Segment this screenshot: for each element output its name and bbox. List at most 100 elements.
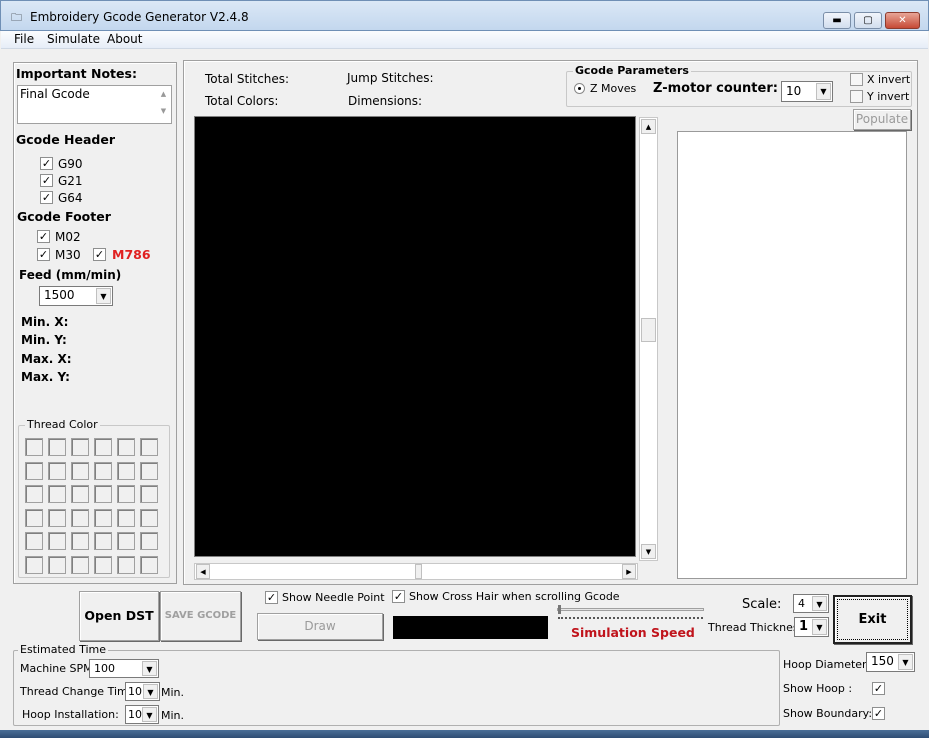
populate-button[interactable]: Populate	[853, 109, 911, 130]
thread-color-swatch[interactable]	[117, 461, 135, 480]
thread-color-swatch[interactable]	[140, 438, 158, 456]
thread-color-label: Thread Color	[25, 418, 100, 431]
thread-color-swatch[interactable]	[117, 555, 135, 574]
notes-textarea[interactable]: Final Gcode ▲ ▼	[17, 85, 172, 124]
thread-color-swatch[interactable]	[140, 555, 158, 574]
thread-color-swatch[interactable]	[140, 532, 158, 550]
menu-about[interactable]: About	[107, 32, 142, 46]
scroll-left-icon[interactable]: ◀	[196, 564, 210, 579]
gcode-listbox[interactable]	[677, 131, 907, 579]
slider-ticks	[558, 617, 703, 620]
max-y-label: Max. Y:	[21, 370, 70, 384]
thread-thickness-label: Thread Thickness	[708, 621, 805, 634]
thread-color-swatch[interactable]	[94, 555, 112, 574]
total-colors-label: Total Colors:	[205, 94, 279, 108]
show-hoop-label: Show Hoop :	[783, 682, 853, 695]
g90-checkbox[interactable]: ✓	[40, 157, 53, 170]
m786-checkbox[interactable]: ✓	[93, 248, 106, 261]
minimize-button[interactable]: ▬	[823, 12, 851, 29]
hoop-diameter-select[interactable]: 150 ▼	[866, 652, 915, 672]
thread-color-swatch[interactable]	[48, 461, 66, 480]
horizontal-scroll-thumb[interactable]	[415, 564, 422, 579]
machine-spm-select[interactable]: 100 ▼	[89, 659, 159, 678]
vertical-scroll-thumb[interactable]	[641, 318, 656, 342]
horizontal-scrollbar[interactable]: ◀ ▶	[194, 563, 638, 580]
scroll-up-icon[interactable]: ▲	[641, 119, 656, 134]
draw-button[interactable]: Draw	[257, 613, 383, 640]
thread-color-swatch[interactable]	[117, 438, 135, 456]
maximize-button[interactable]: ▢	[854, 12, 882, 29]
thread-color-swatch[interactable]	[94, 461, 112, 480]
open-dst-button[interactable]: Open DST	[79, 591, 159, 641]
simulation-speed-slider[interactable]	[557, 608, 704, 611]
feed-select[interactable]: 1500 ▼	[39, 286, 113, 306]
thread-color-swatch[interactable]	[25, 508, 43, 527]
feed-value: 1500	[44, 288, 75, 302]
vertical-scrollbar[interactable]: ▲ ▼	[639, 117, 658, 561]
thread-color-swatch[interactable]	[94, 532, 112, 550]
z-moves-radio[interactable]	[574, 83, 585, 94]
chevron-down-icon: ▼	[812, 596, 827, 611]
thread-color-swatch[interactable]	[25, 555, 43, 574]
scroll-down-icon[interactable]: ▼	[641, 544, 656, 559]
thread-color-swatch[interactable]	[94, 438, 112, 456]
thread-color-swatch[interactable]	[25, 461, 43, 480]
dimensions-label: Dimensions:	[348, 94, 423, 108]
thread-color-swatch[interactable]	[71, 555, 89, 574]
chevron-down-icon: ▼	[143, 684, 158, 699]
thread-color-swatch[interactable]	[94, 485, 112, 503]
thread-color-swatch[interactable]	[48, 508, 66, 527]
drawing-canvas[interactable]	[194, 116, 636, 557]
show-needle-checkbox[interactable]: ✓	[265, 591, 278, 604]
thread-color-swatch[interactable]	[48, 532, 66, 550]
thread-change-select[interactable]: 10 ▼	[125, 682, 160, 701]
thread-color-swatch[interactable]	[71, 508, 89, 527]
show-hoop-checkbox[interactable]: ✓	[872, 682, 885, 695]
thread-color-swatch[interactable]	[117, 532, 135, 550]
thread-color-swatch[interactable]	[25, 532, 43, 550]
thread-color-swatch[interactable]	[140, 508, 158, 527]
z-counter-select[interactable]: 10 ▼	[781, 81, 833, 102]
thread-color-swatch[interactable]	[71, 532, 89, 550]
g21-checkbox[interactable]: ✓	[40, 174, 53, 187]
y-invert-label: Y invert	[867, 90, 910, 103]
close-button[interactable]: ✕	[885, 12, 920, 29]
scroll-right-icon[interactable]: ▶	[622, 564, 636, 579]
thread-color-swatch[interactable]	[25, 438, 43, 456]
exit-button[interactable]: Exit	[833, 595, 912, 644]
thread-color-swatch[interactable]	[140, 485, 158, 503]
save-gcode-button[interactable]: SAVE GCODE	[160, 591, 241, 641]
thread-color-swatch[interactable]	[25, 485, 43, 503]
show-boundary-checkbox[interactable]: ✓	[872, 707, 885, 720]
notes-scrollbar[interactable]: ▲ ▼	[156, 86, 171, 123]
thread-color-swatch[interactable]	[71, 438, 89, 456]
z-moves-label: Z Moves	[590, 82, 637, 95]
thread-color-swatch[interactable]	[48, 485, 66, 503]
thread-color-swatch[interactable]	[48, 555, 66, 574]
g64-label: G64	[58, 191, 83, 205]
slider-thumb[interactable]	[558, 605, 561, 614]
menu-simulate[interactable]: Simulate	[47, 32, 100, 46]
m02-checkbox[interactable]: ✓	[37, 230, 50, 243]
thread-color-swatch[interactable]	[140, 461, 158, 480]
m30-label: M30	[55, 248, 81, 262]
x-invert-checkbox[interactable]	[850, 73, 863, 86]
m30-checkbox[interactable]: ✓	[37, 248, 50, 261]
menu-file[interactable]: File	[14, 32, 34, 46]
min-y-label: Min. Y:	[21, 333, 67, 347]
thread-color-swatch[interactable]	[71, 461, 89, 480]
thread-color-swatch[interactable]	[117, 485, 135, 503]
thread-thickness-select[interactable]: 1 ▼	[794, 617, 829, 637]
thread-color-swatch[interactable]	[71, 485, 89, 503]
machine-spm-label: Machine SPM:	[20, 662, 97, 675]
y-invert-checkbox[interactable]	[850, 90, 863, 103]
hoop-installation-select[interactable]: 10 ▼	[125, 705, 159, 724]
thread-color-swatch[interactable]	[48, 438, 66, 456]
g21-label: G21	[58, 174, 83, 188]
thread-color-swatch[interactable]	[94, 508, 112, 527]
thread-color-swatch[interactable]	[117, 508, 135, 527]
scale-select[interactable]: 4 ▼	[793, 594, 829, 613]
g64-checkbox[interactable]: ✓	[40, 191, 53, 204]
chevron-down-icon: ▼	[142, 707, 157, 722]
show-crosshair-checkbox[interactable]: ✓	[392, 590, 405, 603]
